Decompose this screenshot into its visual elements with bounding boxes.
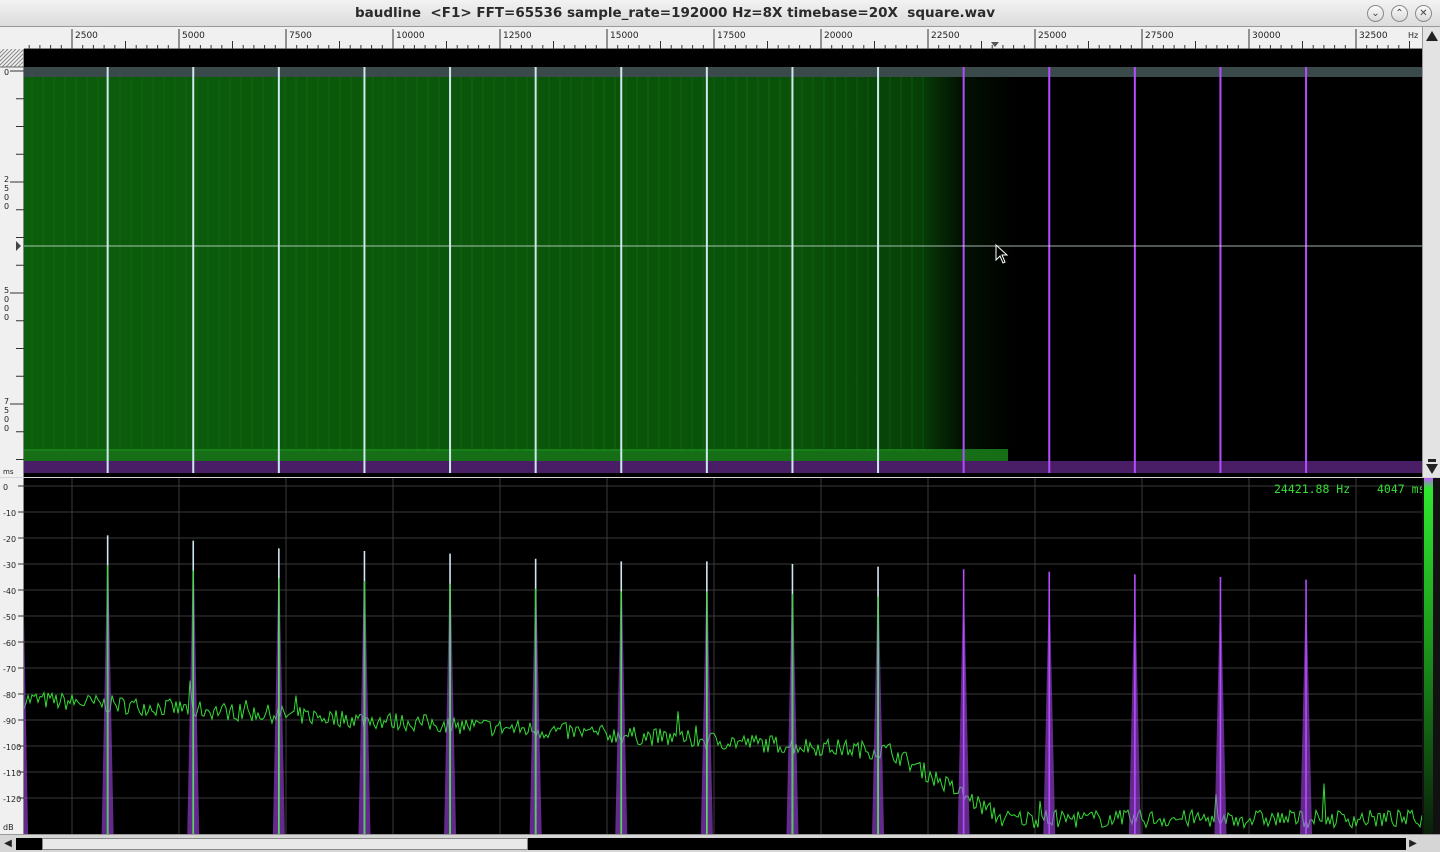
- waterfall-scroll-strip[interactable]: [1422, 27, 1440, 477]
- time-ruler-ticks: 0 2 5 0 0 5 0 0 0 7 5 0 0 ms: [0, 48, 41, 476]
- frequency-ruler-ticks: 2500 5000 7500 10000 12500 15000 17500 20000 225…: [0, 27, 1418, 49]
- time-ruler[interactable]: 0 2 5 0 0 5 0 0 0 7 5 0 0 ms: [0, 48, 41, 477]
- frequency-tick-label: 7500: [289, 31, 312, 41]
- frequency-tick-label: 5000: [182, 31, 205, 41]
- scroll-down-icon[interactable]: [1426, 464, 1438, 474]
- time-unit-label: ms: [3, 468, 14, 476]
- spectrogram-canvas: [24, 49, 1422, 473]
- close-button[interactable]: ✕: [1415, 5, 1432, 22]
- db-tick-label: -20: [3, 535, 16, 544]
- cursor-frequency-readout: 24421.88 Hz: [1274, 482, 1351, 496]
- frequency-tick-label: 25000: [1038, 31, 1067, 41]
- ruler-corner: [0, 27, 24, 49]
- window-title: baudline <F1> FFT=65536 sample_rate=1920…: [354, 5, 996, 21]
- frequency-tick-label: 27500: [1145, 31, 1174, 41]
- minimize-button[interactable]: ⌄: [1367, 5, 1384, 22]
- db-tick-label: 0: [3, 483, 8, 492]
- spectrum-trace: [24, 680, 1422, 830]
- waterfall-bottom-purple-band: [24, 461, 1422, 473]
- db-tick-label: -120: [3, 795, 21, 804]
- time-cursor-marker-icon: [16, 241, 21, 251]
- mouse-cursor-icon: [995, 244, 1009, 264]
- db-ruler[interactable]: 0 -10 -20 -30 -40 -50 -60 -70 -80 -90 -100 -110 -120…: [0, 478, 24, 834]
- frequency-tick-label: 12500: [503, 31, 532, 41]
- db-ruler-ticks: 0 -10 -20 -30 -40 -50 -60 -70 -80 -90 -100 -110 -120…: [3, 483, 24, 832]
- waterfall-top-band: [24, 67, 1422, 77]
- frequency-tick-label: 30000: [1252, 31, 1281, 41]
- scroll-up-icon[interactable]: [1426, 31, 1438, 41]
- time-tick-label: 5000: [4, 286, 9, 322]
- frequency-tick-label: 22500: [931, 31, 960, 41]
- frequency-tick-label: 10000: [396, 31, 425, 41]
- scroll-down-bar-icon: [1428, 459, 1436, 462]
- db-tick-label: -110: [3, 769, 21, 778]
- frequency-unit-label: Hz: [1408, 31, 1418, 40]
- time-tick-label: 7500: [4, 397, 9, 433]
- scroll-left-icon[interactable]: ◀: [1, 836, 15, 851]
- color-scale-bar: [1422, 478, 1440, 834]
- db-tick-label: -30: [3, 561, 16, 570]
- scroll-right-icon[interactable]: ▶: [1406, 836, 1420, 851]
- db-tick-label: -90: [3, 717, 16, 726]
- db-tick-label: -80: [3, 691, 16, 700]
- horizontal-scrollbar[interactable]: ◀ ▶: [0, 834, 1440, 852]
- time-tick-label: 0: [4, 68, 9, 77]
- frequency-ruler[interactable]: 2500 5000 7500 10000 12500 15000 17500 20000 225…: [0, 27, 1440, 49]
- waterfall-scroll-arrows: [1426, 31, 1438, 474]
- db-unit-label: dB: [3, 823, 14, 832]
- harmonic-peak-envelope: [24, 616, 29, 834]
- color-scale-gradient: [1424, 478, 1433, 834]
- spectrum-plot[interactable]: [24, 478, 1422, 834]
- scrollbar-thumb[interactable]: [42, 838, 528, 850]
- time-tick-label: 2500: [4, 175, 9, 211]
- spectrogram-waterfall[interactable]: [24, 49, 1422, 477]
- cursor-time-readout: 4047 ms: [1377, 482, 1426, 496]
- waterfall-noise-field: [24, 77, 1422, 451]
- maximize-button[interactable]: ⌃: [1391, 5, 1408, 22]
- db-tick-label: -50: [3, 613, 16, 622]
- db-tick-label: -40: [3, 587, 16, 596]
- frequency-tick-label: 15000: [610, 31, 639, 41]
- frequency-tick-label: 20000: [824, 31, 853, 41]
- db-tick-label: -100: [3, 743, 21, 752]
- frequency-tick-label: 17500: [717, 31, 746, 41]
- db-tick-label: -70: [3, 665, 16, 674]
- db-tick-label: -60: [3, 639, 16, 648]
- waterfall-header-band: [24, 49, 1422, 67]
- frequency-tick-label: 2500: [75, 31, 98, 41]
- frequency-tick-label: 32500: [1359, 31, 1388, 41]
- spectrum-canvas: [24, 478, 1422, 834]
- waterfall-bottom-green-band: [24, 449, 1008, 461]
- db-tick-label: -10: [3, 509, 16, 518]
- title-bar: baudline <F1> FFT=65536 sample_rate=1920…: [0, 0, 1440, 27]
